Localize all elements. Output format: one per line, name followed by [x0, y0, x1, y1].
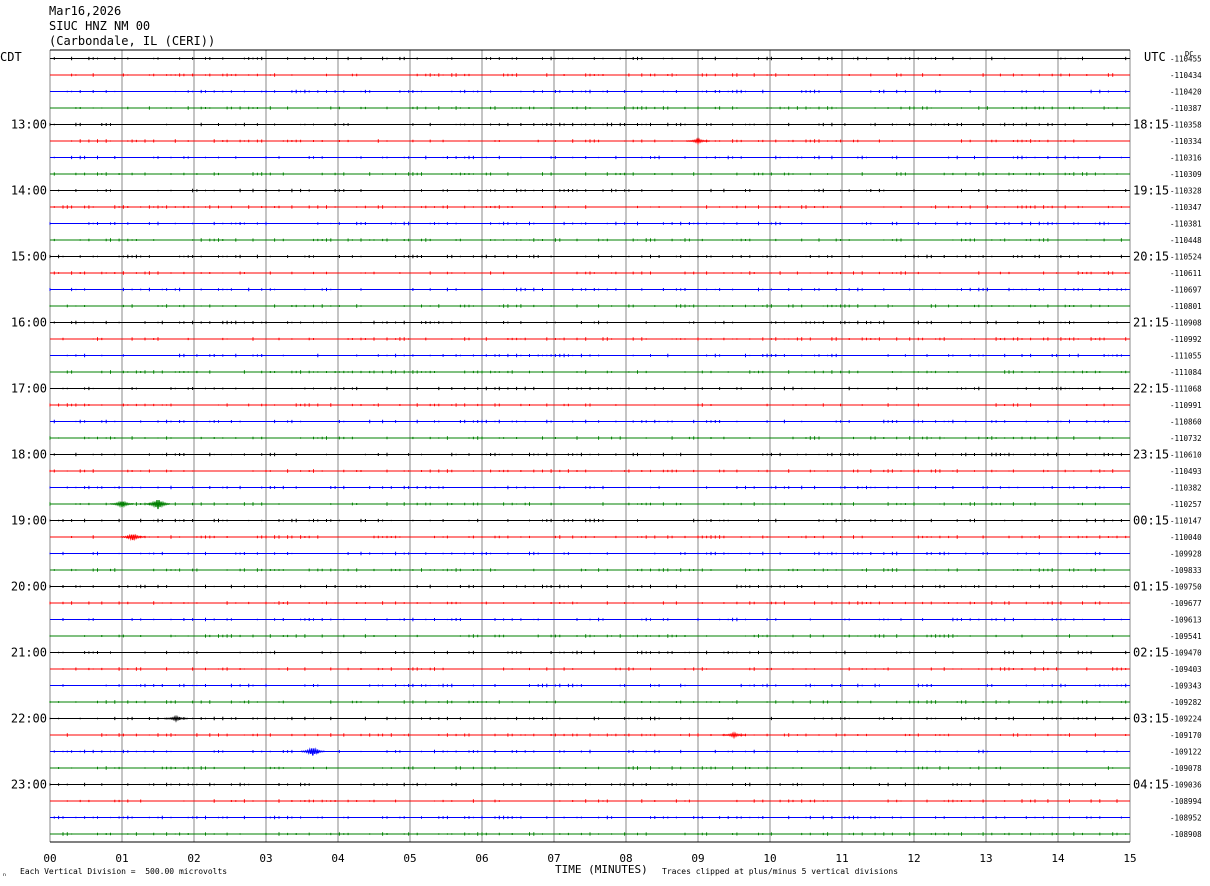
dc-offset-value: -109541: [1170, 632, 1202, 641]
x-tick-label: 12: [907, 852, 920, 865]
dc-offset-value: -108908: [1170, 830, 1202, 839]
x-tick-label: 14: [1051, 852, 1065, 865]
dc-offset-value: -109928: [1170, 550, 1202, 559]
x-tick-label: 06: [475, 852, 488, 865]
right-time-label: 02:15: [1133, 646, 1169, 660]
dc-offset-value: -109613: [1170, 616, 1202, 625]
dc-offset-value: -110524: [1170, 253, 1202, 262]
left-time-label: 15:00: [11, 250, 47, 264]
right-time-label: 18:15: [1133, 118, 1169, 132]
dc-offset-value: -109036: [1170, 781, 1202, 790]
dc-offset-value: -111068: [1170, 385, 1202, 394]
dc-offset-value: -110420: [1170, 88, 1202, 97]
dc-offset-value: -109282: [1170, 698, 1202, 707]
right-time-label: 22:15: [1133, 382, 1169, 396]
left-time-label: 18:00: [11, 448, 47, 462]
dc-offset-value: -109833: [1170, 566, 1202, 575]
dc-offset-value: -109078: [1170, 764, 1202, 773]
right-time-label: 19:15: [1133, 184, 1169, 198]
dc-offset-value: -110316: [1170, 154, 1202, 163]
dc-offset-value: -110455: [1170, 55, 1202, 64]
left-time-label: 19:00: [11, 514, 47, 528]
dc-offset-value: -110328: [1170, 187, 1202, 196]
x-tick-label: 04: [331, 852, 345, 865]
dc-offset-value: -110493: [1170, 467, 1202, 476]
seismic-event: [145, 500, 171, 510]
dc-offset-value: -110992: [1170, 335, 1202, 344]
x-tick-label: 15: [1123, 852, 1136, 865]
corner-mark: ₙ: [2, 869, 7, 878]
dc-offset-value: -110991: [1170, 401, 1202, 410]
dc-offset-value: -108952: [1170, 814, 1202, 823]
left-time-label: 23:00: [11, 778, 47, 792]
dc-offset-value: -110257: [1170, 500, 1202, 509]
left-time-label: 22:00: [11, 712, 47, 726]
right-time-label: 03:15: [1133, 712, 1169, 726]
dc-offset-value: -110908: [1170, 319, 1202, 328]
x-tick-label: 05: [403, 852, 416, 865]
dc-offset-value: -111084: [1170, 368, 1202, 377]
left-time-label: 17:00: [11, 382, 47, 396]
dc-offset-value: -110860: [1170, 418, 1202, 427]
dc-offset-value: -110347: [1170, 203, 1202, 212]
x-tick-label: 00: [43, 852, 56, 865]
dc-offset-value: -109170: [1170, 731, 1202, 740]
dc-offset-value: -110334: [1170, 137, 1202, 146]
left-time-label: 13:00: [11, 118, 47, 132]
dc-offset-value: -110040: [1170, 533, 1202, 542]
left-time-label: 21:00: [11, 646, 47, 660]
dc-offset-value: -109677: [1170, 599, 1202, 608]
dc-offset-value: -108994: [1170, 797, 1202, 806]
right-time-label: 04:15: [1133, 778, 1169, 792]
left-time-label: 20:00: [11, 580, 47, 594]
dc-offset-value: -109343: [1170, 682, 1202, 691]
seismic-event: [721, 731, 747, 740]
dc-offset-value: -109224: [1170, 715, 1202, 724]
right-time-label: 21:15: [1133, 316, 1169, 330]
x-tick-label: 01: [115, 852, 128, 865]
dc-offset-value: -109470: [1170, 649, 1202, 658]
x-tick-label: 09: [691, 852, 704, 865]
dc-offset-value: -110382: [1170, 484, 1202, 493]
dc-offset-value: -110358: [1170, 121, 1202, 130]
helicorder-plot: 00 01 02 03 04 05 06 07 08 09 10 11 12 13 14 1513:0014:…: [11, 49, 1202, 865]
dc-offset-value: -111055: [1170, 352, 1202, 361]
dc-offset-value: -110387: [1170, 104, 1202, 113]
vertical-scale-note: Each Vertical Division = 500.00 microvol…: [20, 867, 228, 876]
x-tick-label: 02: [187, 852, 200, 865]
right-time-label: 00:15: [1133, 514, 1169, 528]
seismic-event: [300, 747, 326, 756]
dc-offset-value: -110732: [1170, 434, 1202, 443]
dc-offset-value: -110697: [1170, 286, 1202, 295]
seismic-event: [120, 533, 145, 542]
x-tick-label: 11: [835, 852, 848, 865]
clip-note: Traces clipped at plus/minus 5 vertical …: [662, 867, 899, 876]
dc-offset-value: -110611: [1170, 269, 1202, 278]
x-tick-label: 13: [979, 852, 992, 865]
right-time-label: 01:15: [1133, 580, 1169, 594]
x-axis-title: TIME (MINUTES): [555, 863, 648, 876]
left-time-label: 16:00: [11, 316, 47, 330]
dc-offset-value: -110147: [1170, 517, 1202, 526]
dc-offset-value: -110610: [1170, 451, 1202, 460]
dc-offset-value: -110801: [1170, 302, 1202, 311]
dc-offset-value: -109403: [1170, 665, 1202, 674]
dc-offset-value: -110309: [1170, 170, 1202, 179]
x-tick-label: 10: [763, 852, 776, 865]
dc-offset-value: -109122: [1170, 748, 1202, 757]
left-time-label: 14:00: [11, 184, 47, 198]
right-time-label: 20:15: [1133, 250, 1169, 264]
dc-offset-value: -110381: [1170, 220, 1202, 229]
dc-offset-value: -110434: [1170, 71, 1202, 80]
dc-offset-value: -109750: [1170, 583, 1202, 592]
dc-offset-value: -110448: [1170, 236, 1202, 245]
right-time-label: 23:15: [1133, 448, 1169, 462]
x-tick-label: 03: [259, 852, 272, 865]
